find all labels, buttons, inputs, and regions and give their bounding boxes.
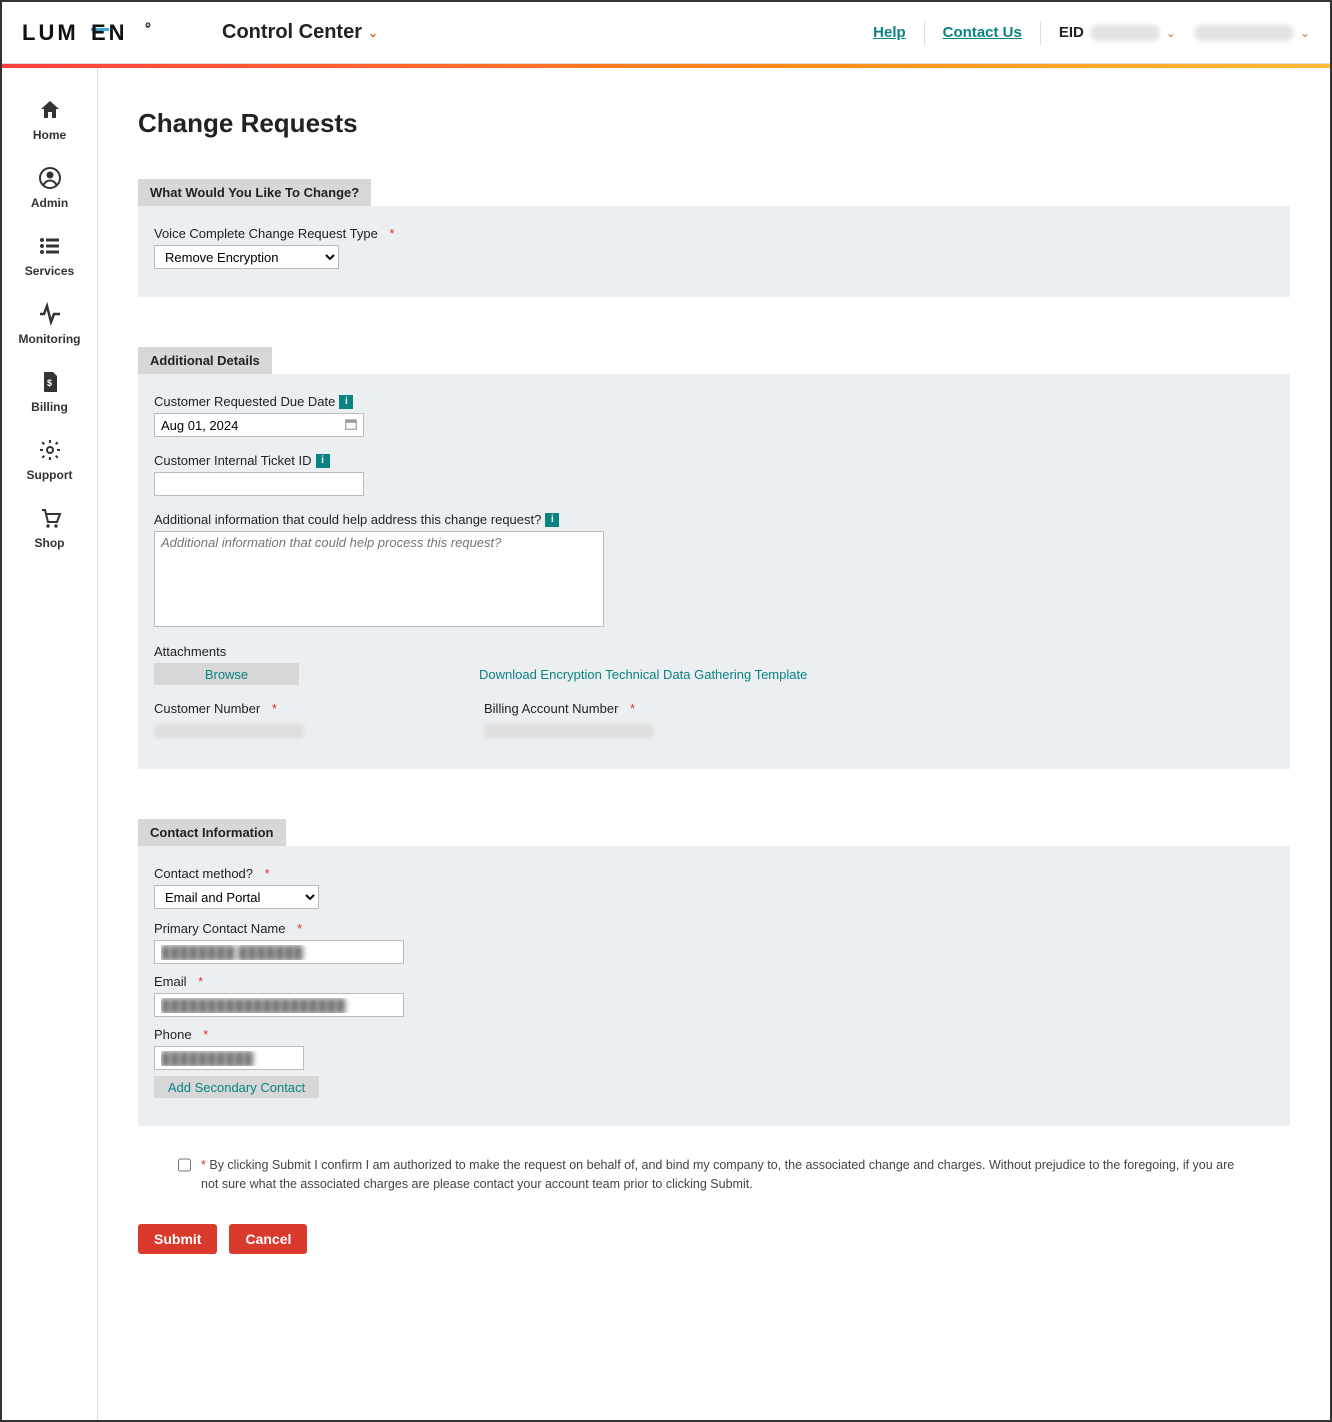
change-type-label: Voice Complete Change Request Type * — [154, 226, 1274, 241]
home-icon — [38, 98, 62, 122]
chevron-down-icon: ⌄ — [1166, 26, 1176, 40]
eid-label: EID — [1059, 24, 1084, 41]
change-type-select[interactable]: Remove Encryption — [154, 245, 339, 269]
chevron-down-icon: ⌄ — [368, 26, 378, 40]
section-details: Additional Details Customer Requested Du… — [138, 347, 1290, 769]
cancel-button[interactable]: Cancel — [229, 1224, 307, 1254]
brand-logo: LUM EN R — [22, 21, 162, 45]
download-template-link[interactable]: Download Encryption Technical Data Gathe… — [479, 667, 807, 682]
help-link[interactable]: Help — [873, 24, 906, 41]
billing-account-label: Billing Account Number * — [484, 701, 654, 716]
svg-text:LUM: LUM — [22, 21, 79, 45]
sidebar-item-label: Admin — [31, 196, 68, 210]
svg-text:R: R — [146, 24, 150, 30]
submit-button[interactable]: Submit — [138, 1224, 217, 1254]
sidebar-item-label: Home — [33, 128, 66, 142]
eid-dropdown[interactable]: EID ⌄ — [1059, 24, 1176, 41]
attachments-label: Attachments — [154, 644, 1274, 659]
divider — [924, 21, 925, 45]
divider — [1040, 21, 1041, 45]
user-dropdown[interactable]: ⌄ — [1194, 25, 1310, 41]
eid-value — [1090, 25, 1160, 41]
confirm-row: * By clicking Submit I confirm I am auth… — [138, 1146, 1290, 1224]
ticket-id-input[interactable] — [154, 472, 364, 496]
required-marker: * — [272, 701, 277, 716]
required-marker: * — [265, 866, 270, 881]
sidebar-item-label: Services — [25, 264, 74, 278]
page-title: Change Requests — [138, 108, 1290, 139]
cart-icon — [38, 506, 62, 530]
additional-info-textarea[interactable] — [154, 531, 604, 627]
browse-button[interactable]: Browse — [154, 663, 299, 685]
sidebar-item-label: Monitoring — [19, 332, 81, 346]
contact-us-link[interactable]: Contact Us — [943, 24, 1022, 41]
svg-text:EN: EN — [91, 21, 128, 45]
section-contact-header: Contact Information — [138, 819, 286, 846]
customer-number-label: Customer Number * — [154, 701, 304, 716]
email-input[interactable] — [154, 993, 404, 1017]
section-change-header: What Would You Like To Change? — [138, 179, 371, 206]
ticket-id-label: Customer Internal Ticket ID i — [154, 453, 1274, 468]
info-icon[interactable]: i — [316, 454, 330, 468]
app-title-dropdown[interactable]: Control Center ⌄ — [222, 21, 378, 44]
header: LUM EN R Control Center ⌄ Help Contact U… — [2, 2, 1330, 64]
contact-method-select[interactable]: Email and Portal — [154, 885, 319, 909]
app-title-text: Control Center — [222, 21, 362, 44]
sidebar-item-admin[interactable]: Admin — [2, 156, 97, 224]
info-icon[interactable]: i — [339, 395, 353, 409]
sidebar-item-services[interactable]: Services — [2, 224, 97, 292]
due-date-input[interactable] — [154, 413, 364, 437]
gear-icon — [38, 438, 62, 462]
sidebar-item-monitoring[interactable]: Monitoring — [2, 292, 97, 360]
sidebar-item-support[interactable]: Support — [2, 428, 97, 496]
user-name — [1194, 25, 1294, 41]
list-icon — [38, 234, 62, 258]
sidebar-item-shop[interactable]: Shop — [2, 496, 97, 564]
additional-info-label: Additional information that could help a… — [154, 512, 1274, 527]
billing-account-value — [484, 724, 654, 738]
content: Change Requests What Would You Like To C… — [98, 68, 1330, 1420]
sidebar-item-home[interactable]: Home — [2, 88, 97, 156]
calendar-icon[interactable] — [344, 417, 358, 431]
section-contact: Contact Information Contact method? * Em… — [138, 819, 1290, 1126]
required-marker: * — [297, 921, 302, 936]
sidebar-item-label: Billing — [31, 400, 68, 414]
action-row: Submit Cancel — [138, 1224, 1290, 1254]
section-details-header: Additional Details — [138, 347, 272, 374]
sidebar: Home Admin Services Monitoring $ Billing… — [2, 68, 98, 1420]
svg-text:$: $ — [47, 378, 52, 388]
user-icon — [38, 166, 62, 190]
primary-contact-name-input[interactable] — [154, 940, 404, 964]
info-icon[interactable]: i — [545, 513, 559, 527]
sidebar-item-label: Support — [27, 468, 73, 482]
confirm-text: * By clicking Submit I confirm I am auth… — [201, 1156, 1250, 1194]
email-label: Email * — [154, 974, 1274, 989]
required-marker: * — [630, 701, 635, 716]
required-marker: * — [201, 1158, 206, 1172]
primary-contact-name-label: Primary Contact Name * — [154, 921, 1274, 936]
contact-method-label: Contact method? * — [154, 866, 1274, 881]
sidebar-item-label: Shop — [35, 536, 65, 550]
section-change: What Would You Like To Change? Voice Com… — [138, 179, 1290, 297]
due-date-label: Customer Requested Due Date i — [154, 394, 1274, 409]
phone-label: Phone * — [154, 1027, 1274, 1042]
add-secondary-contact-button[interactable]: Add Secondary Contact — [154, 1076, 319, 1098]
sidebar-item-billing[interactable]: $ Billing — [2, 360, 97, 428]
chevron-down-icon: ⌄ — [1300, 26, 1310, 40]
activity-icon — [38, 302, 62, 326]
confirm-checkbox[interactable] — [178, 1157, 191, 1173]
required-marker: * — [198, 974, 203, 989]
file-icon: $ — [38, 370, 62, 394]
required-marker: * — [389, 226, 394, 241]
phone-input[interactable] — [154, 1046, 304, 1070]
customer-number-value — [154, 724, 304, 738]
required-marker: * — [203, 1027, 208, 1042]
